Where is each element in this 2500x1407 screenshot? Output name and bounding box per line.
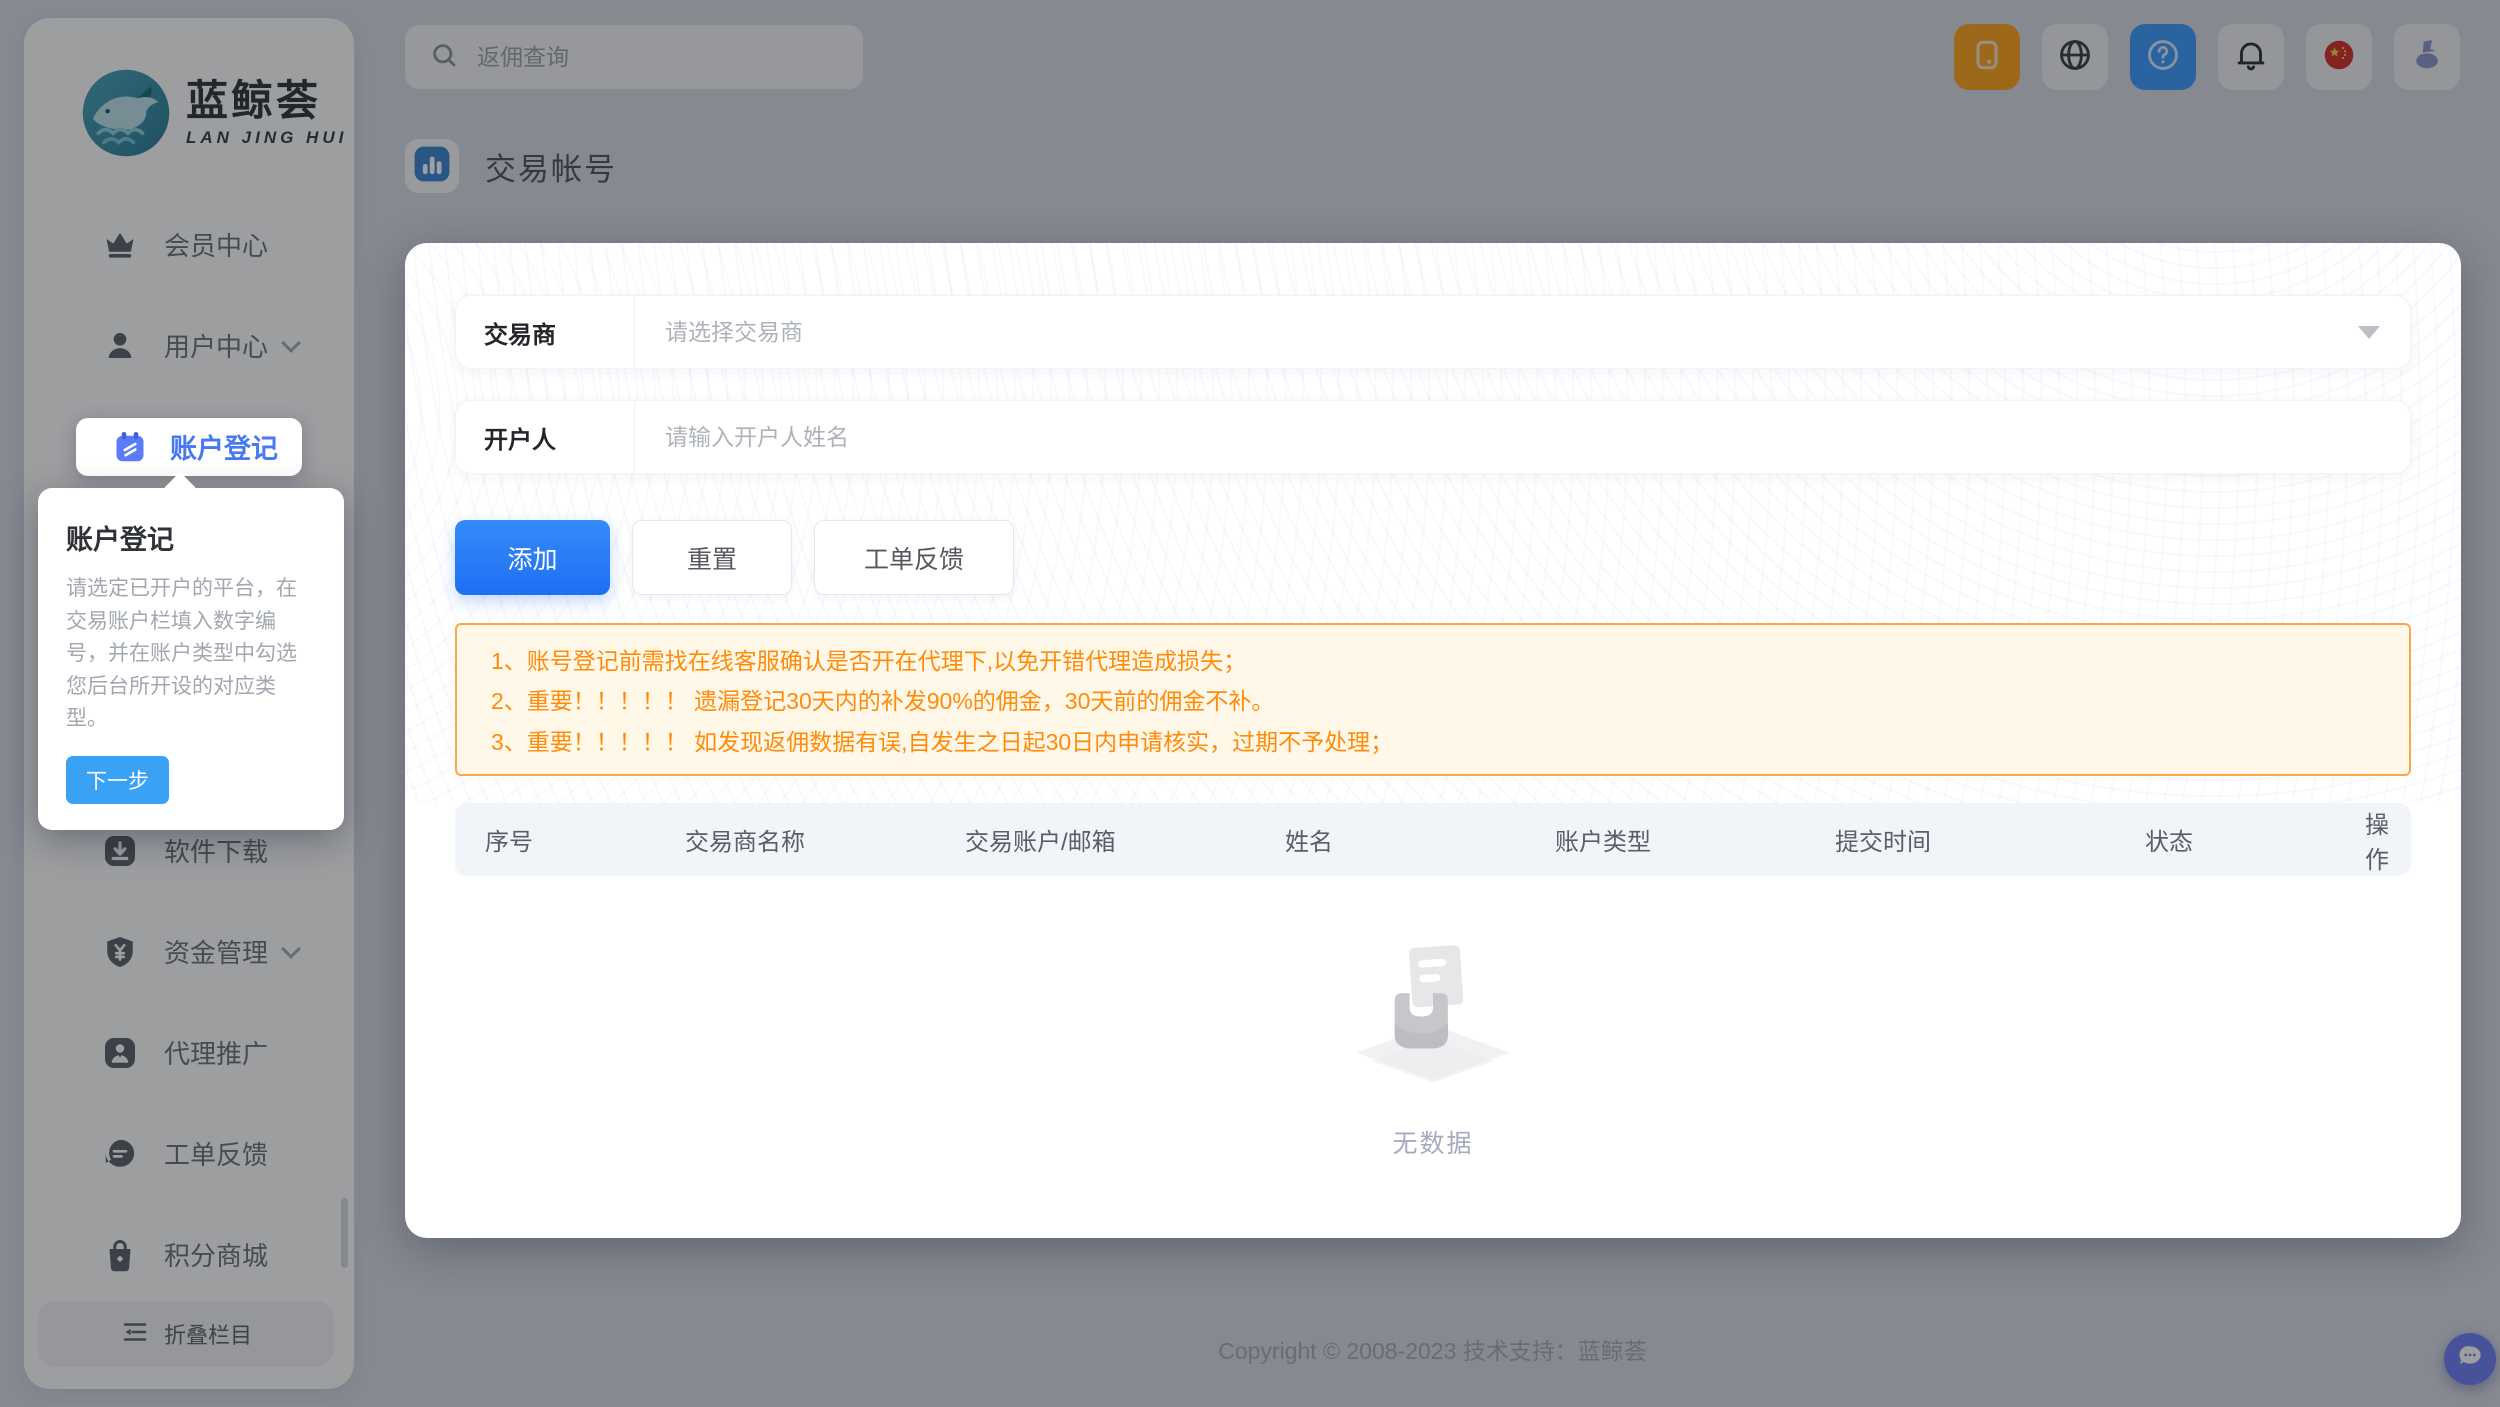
notice-line: 1、账号登记前需找在线客服确认是否开在代理下,以免开错代理造成损失；	[491, 642, 2375, 676]
calendar-check-icon	[112, 429, 148, 465]
trade-account-card: 交易商 开户人 添加 重置 工单反馈 1、账号登记前需找在线客服确认是否开在代理…	[405, 243, 2461, 1238]
account-register-highlight[interactable]: 账户登记	[76, 418, 302, 476]
broker-select[interactable]	[635, 319, 2358, 346]
notice-line: 3、重要！！！！！ 如发现返佣数据有误,自发生之日起30日内申请核实，过期不予处…	[491, 723, 2375, 757]
tour-next-button[interactable]: 下一步	[66, 756, 169, 804]
column-header-account-type: 账户类型	[1555, 822, 1835, 857]
reset-button[interactable]: 重置	[632, 520, 792, 595]
column-header-account-email: 交易账户/邮箱	[965, 822, 1285, 857]
column-header-name: 姓名	[1285, 822, 1555, 857]
table-header: 序号 交易商名称 交易账户/邮箱 姓名 账户类型 提交时间 状态 操作	[455, 803, 2411, 876]
ticket-feedback-button[interactable]: 工单反馈	[814, 520, 1014, 595]
form-actions: 添加 重置 工单反馈	[455, 520, 1014, 595]
column-header-actions: 操作	[2365, 805, 2389, 875]
tour-title: 账户登记	[66, 518, 316, 557]
empty-state: 无数据	[405, 933, 2461, 1160]
tour-description: 请选定已开户的平台，在交易账户栏填入数字编号，并在账户类型中勾选您后台所开设的对…	[66, 573, 316, 736]
empty-text: 无数据	[1392, 1124, 1473, 1160]
column-header-submit-time: 提交时间	[1835, 822, 2145, 857]
empty-box-icon	[1348, 933, 1518, 1088]
tour-popover: 账户登记 请选定已开户的平台，在交易账户栏填入数字编号，并在账户类型中勾选您后台…	[38, 488, 344, 830]
notice-box: 1、账号登记前需找在线客服确认是否开在代理下,以免开错代理造成损失； 2、重要！…	[455, 623, 2411, 776]
column-header-broker-name: 交易商名称	[685, 822, 965, 857]
notice-line: 2、重要！！！！！ 遗漏登记30天内的补发90%的佣金，30天前的佣金不补。	[491, 682, 2375, 716]
broker-select-row: 交易商	[455, 295, 2411, 369]
broker-label: 交易商	[456, 315, 634, 350]
select-caret-icon	[2358, 326, 2380, 339]
column-header-status: 状态	[2145, 822, 2365, 857]
add-button[interactable]: 添加	[455, 520, 610, 595]
account-holder-label: 开户人	[456, 420, 634, 455]
column-header-index: 序号	[485, 822, 685, 857]
account-holder-input[interactable]	[635, 424, 2410, 451]
account-holder-row: 开户人	[455, 400, 2411, 474]
